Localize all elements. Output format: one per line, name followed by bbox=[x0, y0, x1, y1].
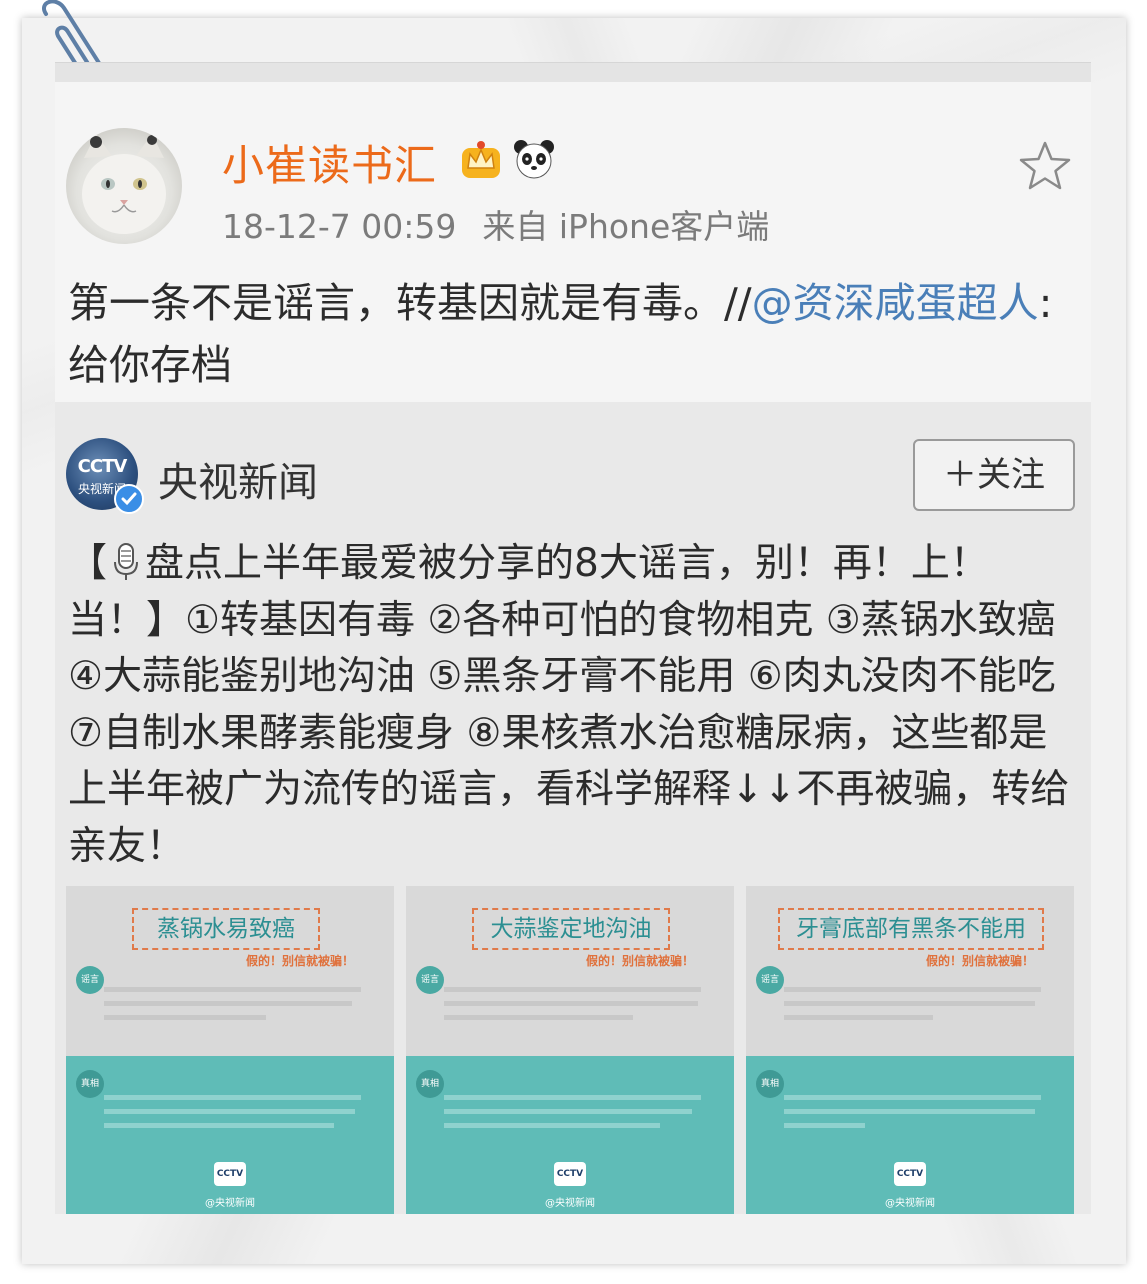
post-text-main: 第一条不是谣言，转基因就是有毒。// bbox=[68, 279, 752, 327]
cat-photo bbox=[82, 134, 166, 234]
truth-tag: 真相 bbox=[416, 1070, 444, 1098]
image-thumbnail-2[interactable]: 大蒜鉴定地沟油 假的！别信就被骗！ 谣言 真相 CCTV @央视新闻 bbox=[406, 886, 734, 1214]
post-timestamp: 18-12-7 00:59 bbox=[222, 207, 457, 246]
image-thumbnail-3[interactable]: 牙膏底部有黑条不能用 假的！别信就被骗！ 谣言 真相 CCTV @央视新闻 bbox=[746, 886, 1074, 1214]
truth-tag: 真相 bbox=[756, 1070, 784, 1098]
avatar-logo-text: CCTV bbox=[77, 456, 128, 477]
thumb-text-lines bbox=[444, 978, 714, 1029]
star-icon[interactable] bbox=[1018, 140, 1072, 192]
thumb-credit: @央视新闻 bbox=[205, 1198, 255, 1209]
repost-text: 【 盘点上半年最爱被分享的8大谣言，别！再！上！当！】①转基因有毒 ②各种可怕的… bbox=[68, 536, 1074, 875]
microphone-icon bbox=[114, 543, 139, 580]
thumb-text-lines bbox=[784, 978, 1054, 1029]
repost-account-name[interactable]: 央视新闻 bbox=[158, 450, 318, 508]
thumb-text-lines bbox=[104, 978, 374, 1029]
thumb-text-lines bbox=[104, 1086, 374, 1137]
thumb-logo: CCTV bbox=[214, 1162, 246, 1186]
username[interactable]: 小崔读书汇 bbox=[222, 132, 437, 193]
thumb-title: 大蒜鉴定地沟油 bbox=[472, 908, 670, 950]
mention-link[interactable]: @资深咸蛋超人 bbox=[752, 279, 1039, 327]
repost-body: 盘点上半年最爱被分享的8大谣言，别！再！上！当！】①转基因有毒 ②各种可怕的食物… bbox=[68, 541, 1070, 869]
rumor-tag: 谣言 bbox=[76, 966, 104, 994]
image-thumbnail-1[interactable]: 蒸锅水易致癌 假的！别信就被骗！ 谣言 真相 CCTV @央视新闻 bbox=[66, 886, 394, 1214]
thumb-subtitle: 假的！别信就被骗！ bbox=[585, 954, 694, 968]
thumb-subtitle: 假的！别信就被骗！ bbox=[925, 954, 1034, 968]
thumb-title: 蒸锅水易致癌 bbox=[132, 908, 320, 950]
thumb-title: 牙膏底部有黑条不能用 bbox=[778, 908, 1044, 950]
crown-badge-icon bbox=[462, 141, 500, 178]
thumb-credit: @央视新闻 bbox=[885, 1198, 935, 1209]
avatar[interactable] bbox=[66, 128, 182, 244]
bracket-open: 【 bbox=[68, 541, 108, 586]
thumb-subtitle: 假的！别信就被骗！ bbox=[245, 954, 354, 968]
thumb-logo: CCTV bbox=[554, 1162, 586, 1186]
rumor-tag: 谣言 bbox=[416, 966, 444, 994]
post-text: 第一条不是谣言，转基因就是有毒。//@资深咸蛋超人:给你存档 bbox=[68, 272, 1068, 396]
rumor-tag: 谣言 bbox=[756, 966, 784, 994]
post-source: 来自 iPhone客户端 bbox=[482, 207, 770, 246]
thumb-credit: @央视新闻 bbox=[545, 1198, 595, 1209]
truth-tag: 真相 bbox=[76, 1070, 104, 1098]
thumb-text-lines bbox=[444, 1086, 714, 1137]
panda-icon bbox=[514, 140, 554, 179]
thumb-logo: CCTV bbox=[894, 1162, 926, 1186]
top-divider bbox=[55, 62, 1091, 83]
thumb-text-lines bbox=[784, 1086, 1054, 1137]
post-meta: 18-12-7 00:59 来自 iPhone客户端 bbox=[222, 200, 769, 248]
follow-button[interactable]: ＋关注 bbox=[913, 439, 1075, 511]
verified-icon bbox=[114, 484, 144, 514]
